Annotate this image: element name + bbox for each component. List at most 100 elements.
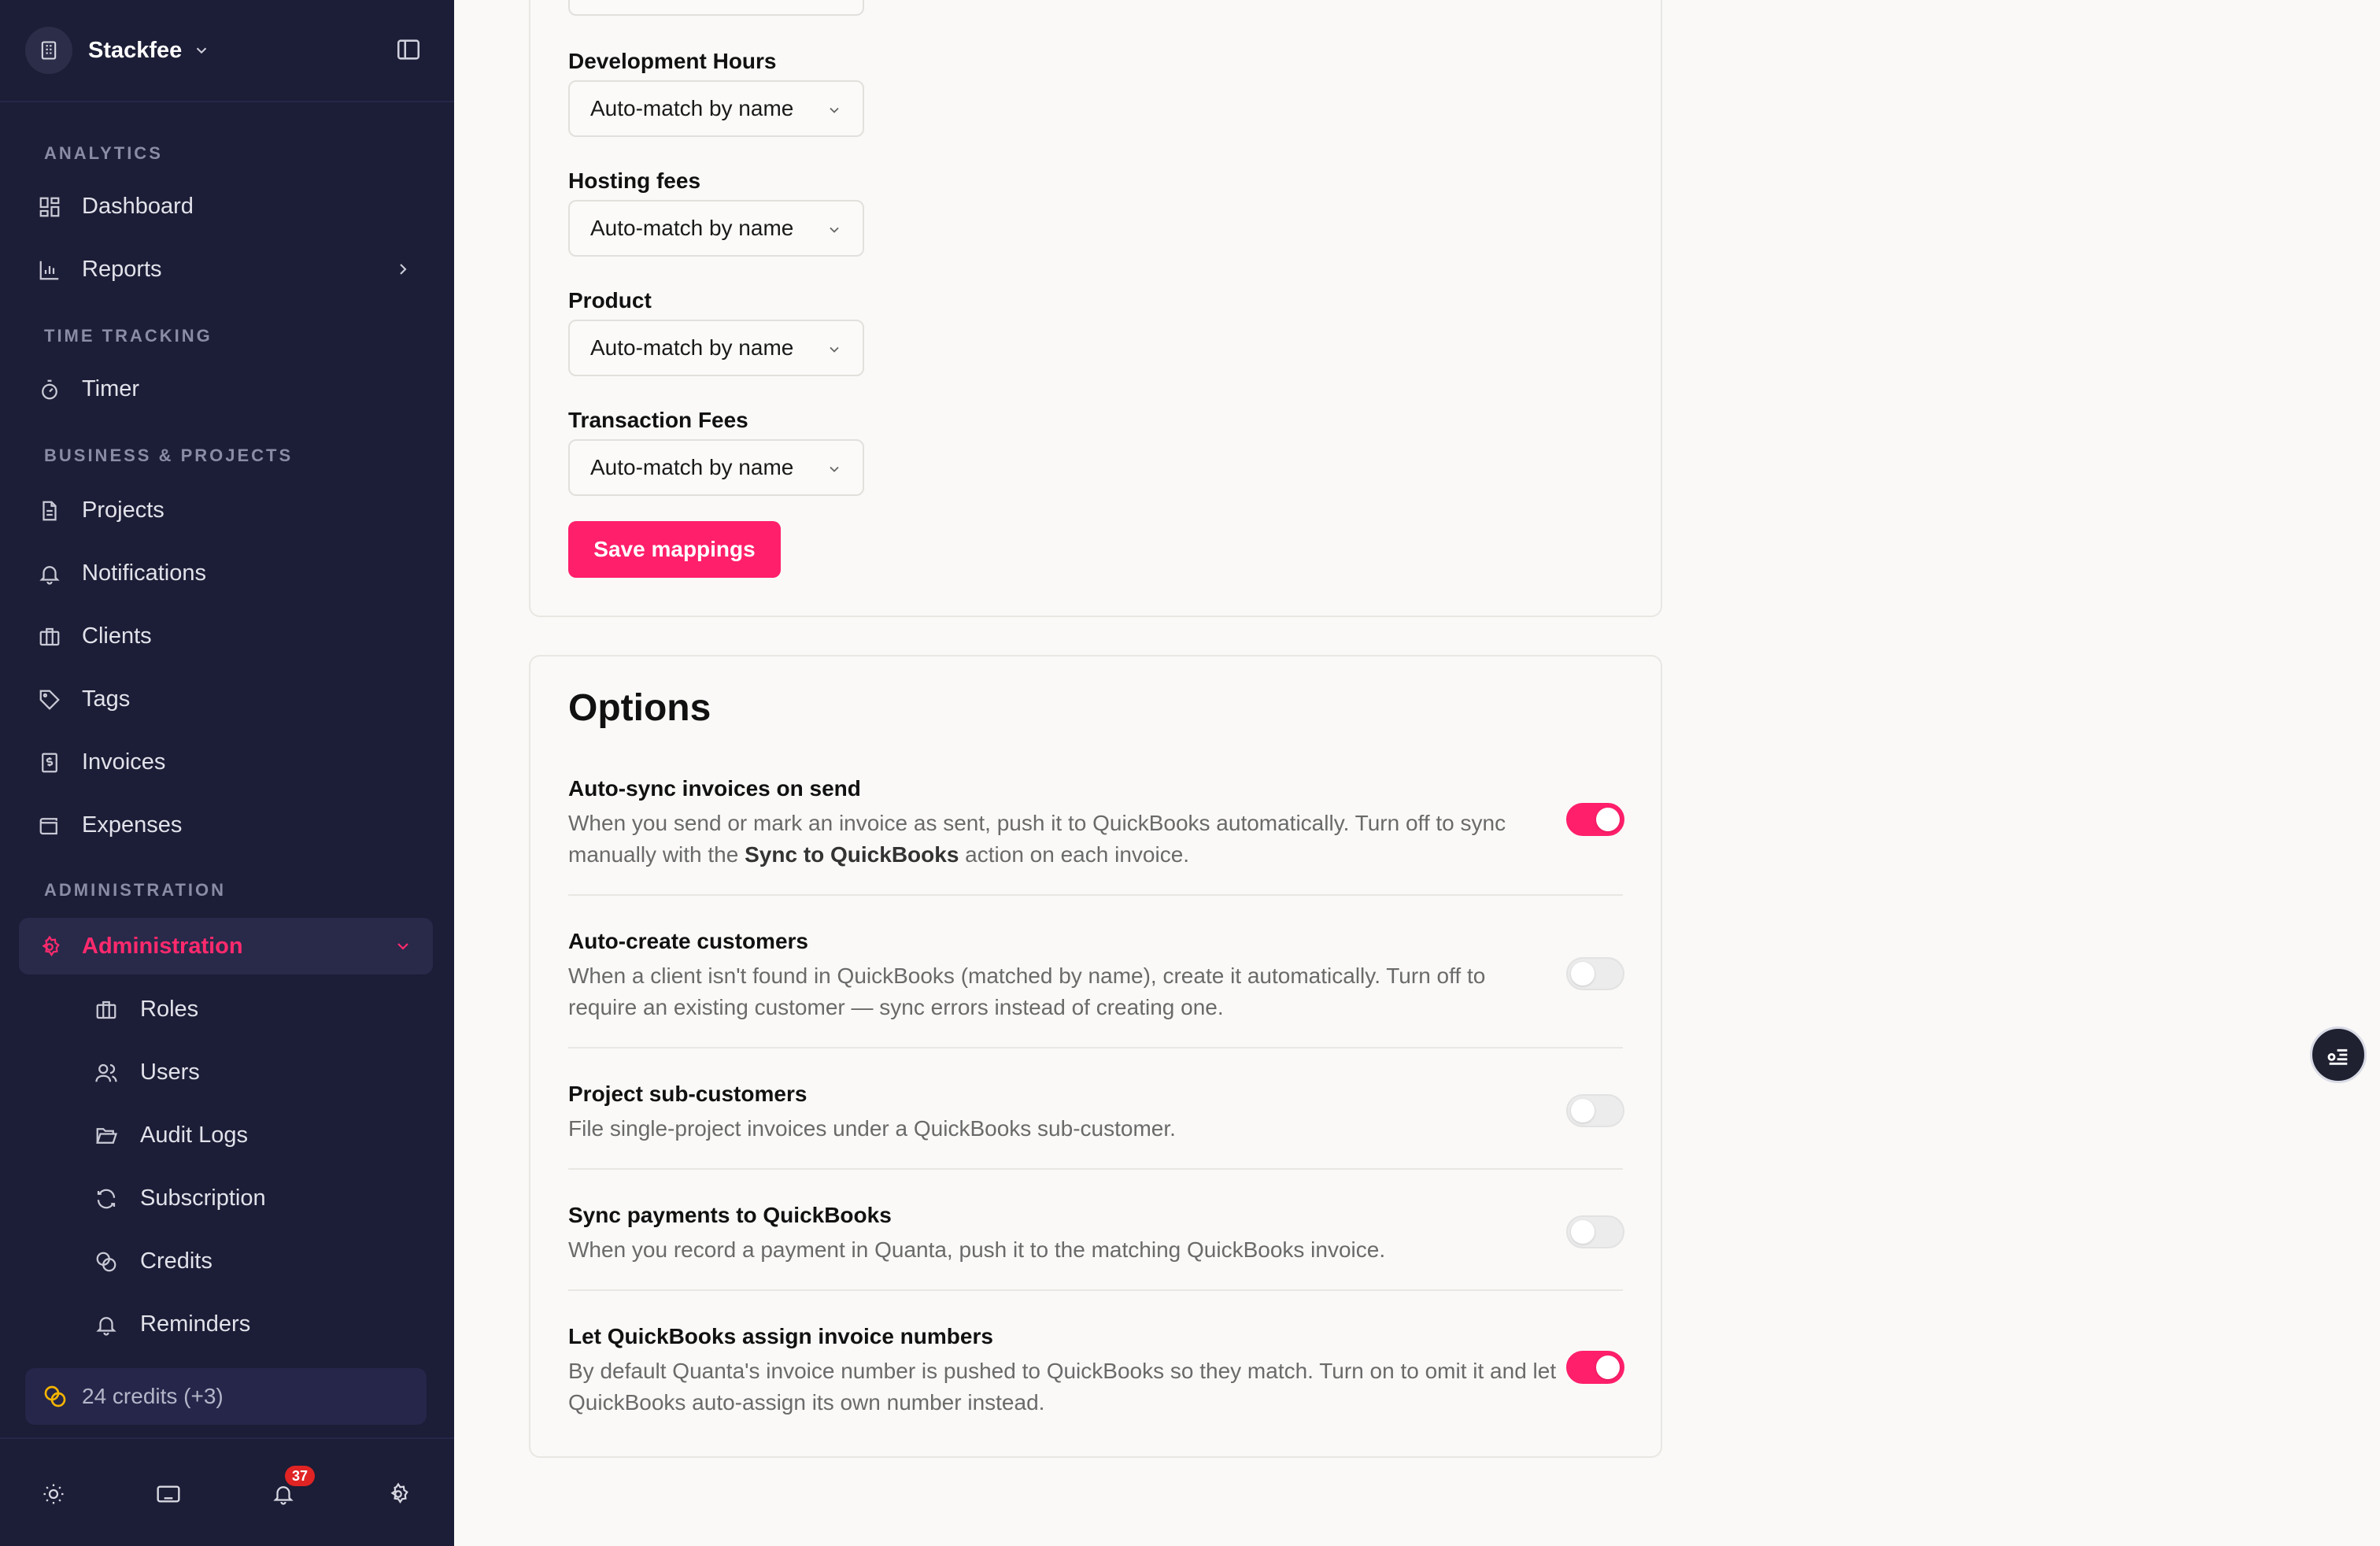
quickbooks-invoice-numbers-toggle[interactable] bbox=[1566, 1351, 1624, 1384]
chevron-down-icon bbox=[826, 461, 842, 477]
option-description: File single-project invoices under a Qui… bbox=[568, 1116, 1176, 1141]
mapping-select[interactable]: Auto-match by name bbox=[568, 439, 864, 496]
notifications-bell-icon[interactable]: 37 bbox=[269, 1466, 316, 1508]
notification-count-badge: 37 bbox=[285, 1466, 316, 1486]
mapping-select[interactable] bbox=[568, 0, 864, 16]
sidebar-item-label: Projects bbox=[82, 497, 164, 523]
keyboard-icon[interactable] bbox=[154, 1480, 183, 1508]
invoice-icon bbox=[38, 751, 61, 775]
refresh-icon bbox=[94, 1187, 118, 1211]
sync-payments-toggle[interactable] bbox=[1566, 1215, 1624, 1248]
dashboard-icon bbox=[38, 195, 61, 219]
sidebar-item-label: Timer bbox=[82, 375, 140, 401]
sidebar-item-administration[interactable]: Administration bbox=[19, 918, 433, 975]
mapping-label: Transaction Fees bbox=[568, 408, 748, 432]
bar-chart-icon bbox=[38, 258, 61, 282]
sun-icon[interactable] bbox=[39, 1480, 68, 1508]
workspace-name: Stackfee bbox=[88, 37, 183, 63]
wallet-icon bbox=[38, 814, 61, 838]
mapping-select[interactable]: Auto-match by name bbox=[568, 320, 864, 376]
file-icon bbox=[38, 499, 61, 523]
folder-open-icon bbox=[94, 1124, 118, 1148]
list-settings-icon bbox=[2325, 1041, 2352, 1068]
sidebar-item-subscription[interactable]: Subscription bbox=[19, 1170, 433, 1226]
bell-icon bbox=[94, 1313, 118, 1337]
floating-menu-button[interactable] bbox=[2310, 1026, 2367, 1083]
option-title: Let QuickBooks assign invoice numbers bbox=[568, 1324, 993, 1348]
workspace-switcher[interactable]: Stackfee bbox=[25, 27, 210, 74]
option-title: Auto-sync invoices on send bbox=[568, 776, 861, 801]
sidebar-item-expenses[interactable]: Expenses bbox=[19, 797, 433, 853]
divider bbox=[568, 1168, 1623, 1170]
option-title: Project sub-customers bbox=[568, 1082, 808, 1106]
section-time-tracking: TIME TRACKING bbox=[44, 326, 213, 346]
chevron-right-icon bbox=[394, 260, 412, 279]
sidebar-item-clients[interactable]: Clients bbox=[19, 608, 433, 664]
section-administration: ADMINISTRATION bbox=[44, 880, 227, 900]
save-mappings-button[interactable]: Save mappings bbox=[568, 521, 781, 578]
select-value: Auto-match by name bbox=[590, 335, 794, 360]
sidebar-item-tags[interactable]: Tags bbox=[19, 671, 433, 727]
chevron-down-icon bbox=[826, 342, 842, 357]
sidebar-item-roles[interactable]: Roles bbox=[19, 981, 433, 1037]
briefcase-icon bbox=[38, 625, 61, 649]
toggle-knob bbox=[1596, 808, 1620, 831]
divider bbox=[568, 894, 1623, 896]
toggle-knob bbox=[1571, 962, 1595, 986]
sidebar-item-label: Reminders bbox=[140, 1311, 251, 1337]
options-title: Options bbox=[568, 687, 711, 729]
tag-icon bbox=[38, 688, 61, 712]
sidebar-item-label: Expenses bbox=[82, 812, 183, 838]
gear-icon bbox=[38, 935, 61, 959]
mapping-label: Product bbox=[568, 288, 652, 313]
credits-badge[interactable]: 24 credits (+3) bbox=[25, 1368, 427, 1425]
credits-label: 24 credits (+3) bbox=[82, 1384, 224, 1408]
sidebar-item-users[interactable]: Users bbox=[19, 1044, 433, 1100]
sidebar: Stackfee ANALYTICS Dashboard Reports TIM… bbox=[0, 0, 454, 1546]
toggle-knob bbox=[1571, 1220, 1595, 1244]
option-description: When a client isn't found in QuickBooks … bbox=[568, 963, 1486, 1019]
sidebar-item-timer[interactable]: Timer bbox=[19, 361, 433, 417]
desc-text: action on each invoice. bbox=[959, 842, 1190, 867]
coins-icon bbox=[94, 1250, 118, 1274]
select-value: Auto-match by name bbox=[590, 216, 794, 240]
sidebar-item-label: Tags bbox=[82, 686, 131, 712]
sidebar-item-label: Clients bbox=[82, 623, 152, 649]
option-description: When you record a payment in Quanta, pus… bbox=[568, 1237, 1386, 1262]
sidebar-item-label: Users bbox=[140, 1059, 200, 1085]
divider bbox=[568, 1289, 1623, 1291]
mapping-select[interactable]: Auto-match by name bbox=[568, 200, 864, 257]
chevron-down-icon bbox=[826, 102, 842, 118]
sidebar-item-reports[interactable]: Reports bbox=[19, 241, 433, 298]
sidebar-item-label: Dashboard bbox=[82, 193, 194, 219]
desc-bold: Sync to QuickBooks bbox=[745, 842, 959, 867]
auto-sync-toggle[interactable] bbox=[1566, 803, 1624, 836]
sidebar-item-audit-logs[interactable]: Audit Logs bbox=[19, 1107, 433, 1163]
sidebar-item-label: Roles bbox=[140, 996, 199, 1022]
sidebar-item-projects[interactable]: Projects bbox=[19, 482, 433, 538]
sidebar-item-reminders[interactable]: Reminders bbox=[19, 1296, 433, 1352]
sidebar-item-invoices[interactable]: Invoices bbox=[19, 734, 433, 790]
auto-create-customers-toggle[interactable] bbox=[1566, 957, 1624, 990]
sidebar-item-credits[interactable]: Credits bbox=[19, 1233, 433, 1289]
sidebar-item-label: Administration bbox=[82, 933, 243, 959]
briefcase-icon bbox=[94, 998, 118, 1022]
project-sub-customers-toggle[interactable] bbox=[1566, 1094, 1624, 1127]
sidebar-item-label: Subscription bbox=[140, 1185, 266, 1211]
sidebar-item-label: Credits bbox=[140, 1248, 213, 1274]
toggle-knob bbox=[1596, 1356, 1620, 1379]
sidebar-item-notifications[interactable]: Notifications bbox=[19, 545, 433, 601]
settings-gear-icon[interactable] bbox=[384, 1480, 412, 1508]
chevron-down-icon bbox=[394, 937, 412, 956]
sidebar-item-dashboard[interactable]: Dashboard bbox=[19, 178, 433, 235]
timer-icon bbox=[38, 378, 61, 401]
sidebar-toggle-icon[interactable] bbox=[395, 36, 422, 63]
section-analytics: ANALYTICS bbox=[44, 143, 163, 163]
section-business-projects: BUSINESS & PROJECTS bbox=[44, 446, 294, 465]
mapping-select[interactable]: Auto-match by name bbox=[568, 80, 864, 137]
bell-icon bbox=[38, 562, 61, 586]
sidebar-item-label: Audit Logs bbox=[140, 1122, 249, 1148]
divider bbox=[0, 1437, 454, 1439]
building-icon bbox=[25, 27, 72, 74]
divider bbox=[568, 1047, 1623, 1049]
